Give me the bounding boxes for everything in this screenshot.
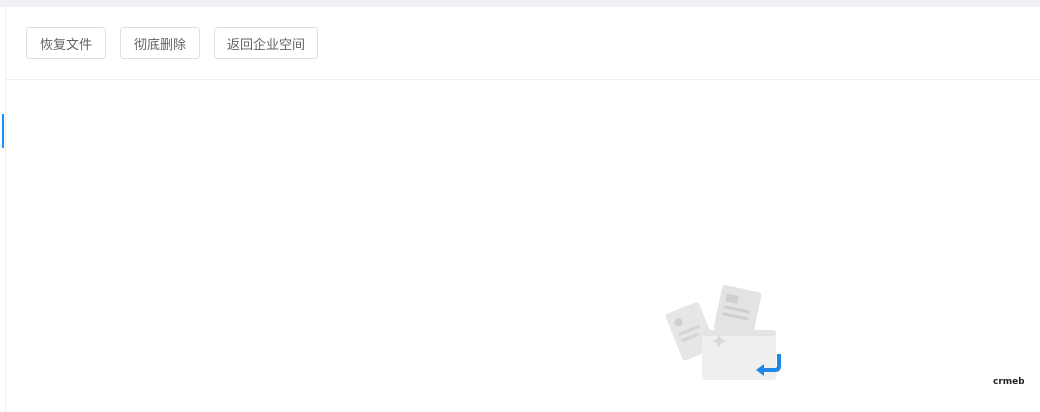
active-rail-indicator — [2, 114, 4, 148]
empty-recycle-folder-icon — [665, 285, 781, 380]
restore-file-button[interactable]: 恢复文件 — [26, 27, 106, 59]
svg-text:crmeb: crmeb — [993, 377, 1024, 387]
toolbar: 恢复文件 彻底删除 返回企业空间 — [6, 7, 1040, 80]
permanent-delete-button[interactable]: 彻底删除 — [120, 27, 200, 59]
crmeb-logo: crmeb — [992, 372, 1025, 387]
back-to-enterprise-space-button[interactable]: 返回企业空间 — [214, 27, 318, 59]
top-strip — [0, 0, 1040, 7]
